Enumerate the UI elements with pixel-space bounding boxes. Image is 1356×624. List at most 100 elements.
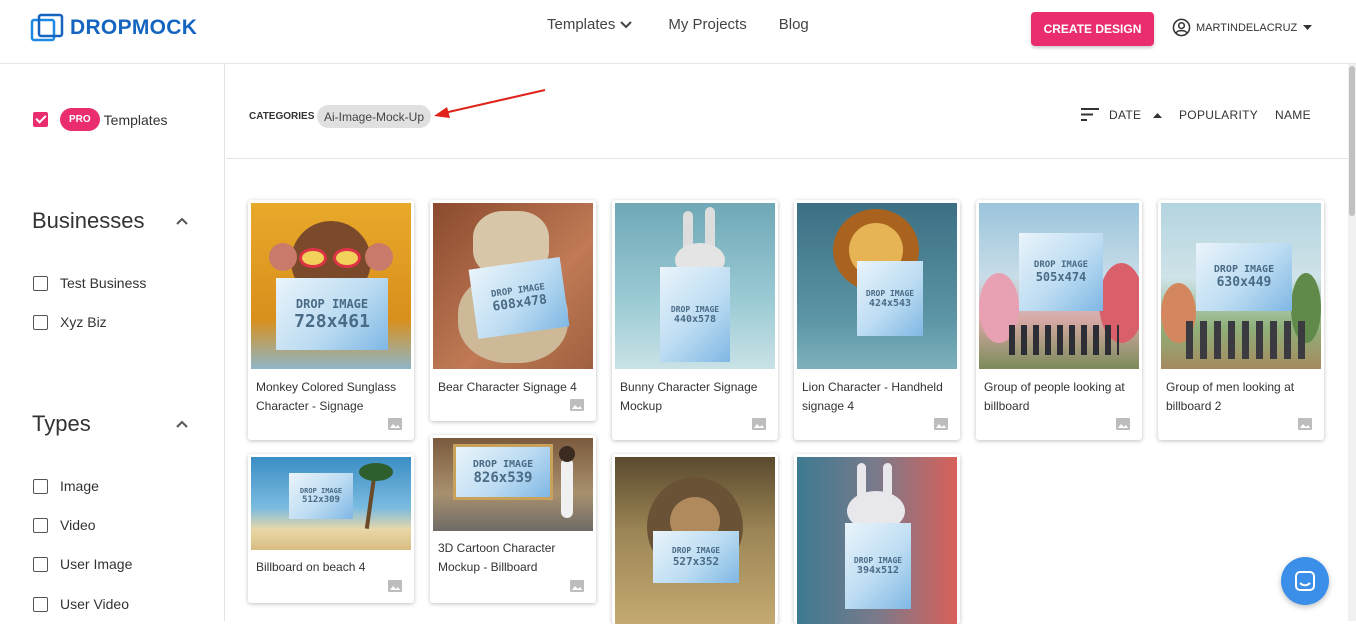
template-title: Bear Character Signage 4 (438, 380, 577, 394)
sign-line1: DROP IMAGE (1033, 260, 1089, 270)
drop-image-placeholder: DROP IMAGE 728x461 (276, 278, 388, 350)
nav-templates-label: Templates (547, 16, 616, 33)
categories-label: CATEGORIES (249, 111, 315, 122)
sign-line2: 527x352 (672, 555, 720, 568)
filter-type-user-video[interactable]: User Video (33, 596, 129, 612)
checkbox[interactable] (33, 596, 48, 612)
drop-image-placeholder: DROP IMAGE 424x543 (857, 261, 923, 336)
filter-test-business[interactable]: Test Business (33, 275, 146, 291)
sign-line2: 394x512 (856, 565, 900, 576)
page-scrollbar[interactable] (1348, 64, 1356, 621)
checkbox[interactable] (33, 275, 48, 291)
template-card[interactable]: DROP IMAGE 608x478 Bear Character Signag… (430, 200, 596, 421)
sort-by-name[interactable]: NAME (1275, 108, 1311, 122)
template-thumbnail: DROP IMAGE 424x543 (797, 203, 957, 369)
template-thumbnail: DROP IMAGE 728x461 (251, 203, 411, 369)
arrow-up-icon (1153, 112, 1163, 118)
filter-label: User Image (60, 556, 133, 572)
sign-line2: 728x461 (294, 310, 370, 332)
sign-line2: 826x539 (473, 469, 533, 486)
image-type-icon (570, 580, 584, 592)
drop-image-placeholder: DROP IMAGE 505x474 (1019, 233, 1103, 311)
filter-type-user-image[interactable]: User Image (33, 556, 132, 572)
checkbox[interactable] (33, 556, 48, 572)
types-heading: Types (32, 411, 91, 436)
checkbox[interactable] (33, 478, 48, 494)
pro-templates-filter[interactable]: PRO Templates (33, 108, 167, 131)
filter-type-video[interactable]: Video (33, 517, 96, 533)
filter-label: Video (60, 517, 96, 533)
template-thumbnail: DROP IMAGE 505x474 (979, 203, 1139, 369)
sign-line1: DROP IMAGE (295, 296, 369, 311)
filter-label: Image (60, 478, 99, 494)
image-type-icon (388, 580, 402, 592)
sort-icon[interactable] (1081, 108, 1099, 121)
drop-image-placeholder: DROP IMAGE 630x449 (1196, 243, 1292, 311)
sign-line2: 630x449 (1216, 275, 1272, 290)
annotation-arrow (434, 89, 546, 118)
filter-type-image[interactable]: Image (33, 478, 99, 494)
sign-line1: DROP IMAGE (299, 487, 343, 495)
image-type-icon (934, 418, 948, 430)
nav-blog[interactable]: Blog (779, 16, 809, 33)
template-thumbnail: DROP IMAGE 826x539 (433, 438, 593, 531)
sort-date-label: DATE (1109, 108, 1142, 122)
logo-icon (30, 13, 64, 42)
category-chip[interactable]: Ai-Image-Mock-Up (317, 105, 432, 128)
template-title: Monkey Colored Sunglass Character - Sign… (256, 380, 397, 413)
template-card[interactable]: DROP IMAGE 826x539 3D Cartoon Character … (430, 435, 596, 603)
dropmock-logo[interactable]: DROPMOCK (30, 13, 197, 43)
nav-my-projects[interactable]: My Projects (668, 16, 746, 33)
template-title: Billboard on beach 4 (256, 560, 366, 574)
sign-line2: 440x578 (673, 313, 717, 325)
drop-image-placeholder: DROP IMAGE 608x478 (468, 256, 570, 340)
pro-badge: PRO (60, 108, 100, 131)
template-card[interactable]: DROP IMAGE 512x309 Billboard on beach 4 (248, 454, 414, 603)
drop-image-placeholder: DROP IMAGE 512x309 (289, 473, 353, 519)
chat-icon (1295, 571, 1315, 591)
filter-label: Test Business (60, 275, 147, 291)
username: MARTINDELACRUZ (1196, 21, 1298, 34)
template-title: Bunny Character Signage Mockup (620, 380, 758, 413)
template-title: Group of people looking at billboard (984, 380, 1125, 413)
image-type-icon (570, 399, 584, 411)
template-thumbnail: DROP IMAGE 608x478 (433, 203, 593, 369)
sign-line1: DROP IMAGE (865, 288, 915, 298)
filter-label: User Video (60, 596, 130, 612)
template-card[interactable]: DROP IMAGE 424x543 Lion Character - Hand… (794, 200, 960, 440)
image-type-icon (752, 418, 766, 430)
checkbox[interactable] (33, 314, 48, 330)
chevron-up-icon[interactable] (176, 420, 188, 428)
chevron-up-icon[interactable] (176, 217, 188, 225)
sign-line2: 512x309 (302, 495, 340, 505)
template-card[interactable]: DROP IMAGE 728x461 Monkey Colored Sungla… (248, 200, 414, 440)
nav-templates[interactable]: Templates (547, 16, 633, 33)
image-type-icon (1116, 418, 1130, 430)
checkbox[interactable] (33, 517, 48, 533)
template-thumbnail: DROP IMAGE 527x352 (615, 457, 775, 624)
template-card[interactable]: DROP IMAGE 440x578 Bunny Character Signa… (612, 200, 778, 440)
scrollbar-thumb[interactable] (1349, 66, 1355, 216)
create-design-button[interactable]: CREATE DESIGN (1031, 12, 1154, 46)
chat-support-button[interactable] (1281, 557, 1329, 605)
sign-line1: DROP IMAGE (472, 458, 534, 470)
sign-line1: DROP IMAGE (1213, 264, 1275, 275)
main-nav: Templates My Projects Blog (547, 16, 809, 33)
template-thumbnail: DROP IMAGE 440x578 (615, 203, 775, 369)
pro-templates-checkbox[interactable] (33, 112, 48, 127)
sort-by-date[interactable]: DATE (1109, 108, 1163, 122)
filter-label: Xyz Biz (60, 314, 107, 330)
sort-by-popularity[interactable]: POPULARITY (1179, 108, 1258, 122)
user-menu[interactable]: MARTINDELACRUZ (1172, 18, 1313, 37)
template-card[interactable]: DROP IMAGE 505x474 Group of people looki… (976, 200, 1142, 440)
filter-xyz-biz[interactable]: Xyz Biz (33, 314, 107, 330)
template-card[interactable]: DROP IMAGE 527x352 (612, 454, 778, 624)
filter-sidebar: PRO Templates Businesses Test Business X… (0, 64, 225, 621)
template-card[interactable]: DROP IMAGE 630x449 Group of men looking … (1158, 200, 1324, 440)
sign-line2: 424x543 (868, 297, 912, 309)
template-title: Lion Character - Handheld signage 4 (802, 380, 943, 413)
template-card[interactable]: DROP IMAGE 394x512 (794, 454, 960, 624)
image-type-icon (388, 418, 402, 430)
businesses-heading: Businesses (32, 208, 145, 233)
results-toolbar: CATEGORIES Ai-Image-Mock-Up DATE POPULAR… (226, 64, 1348, 159)
